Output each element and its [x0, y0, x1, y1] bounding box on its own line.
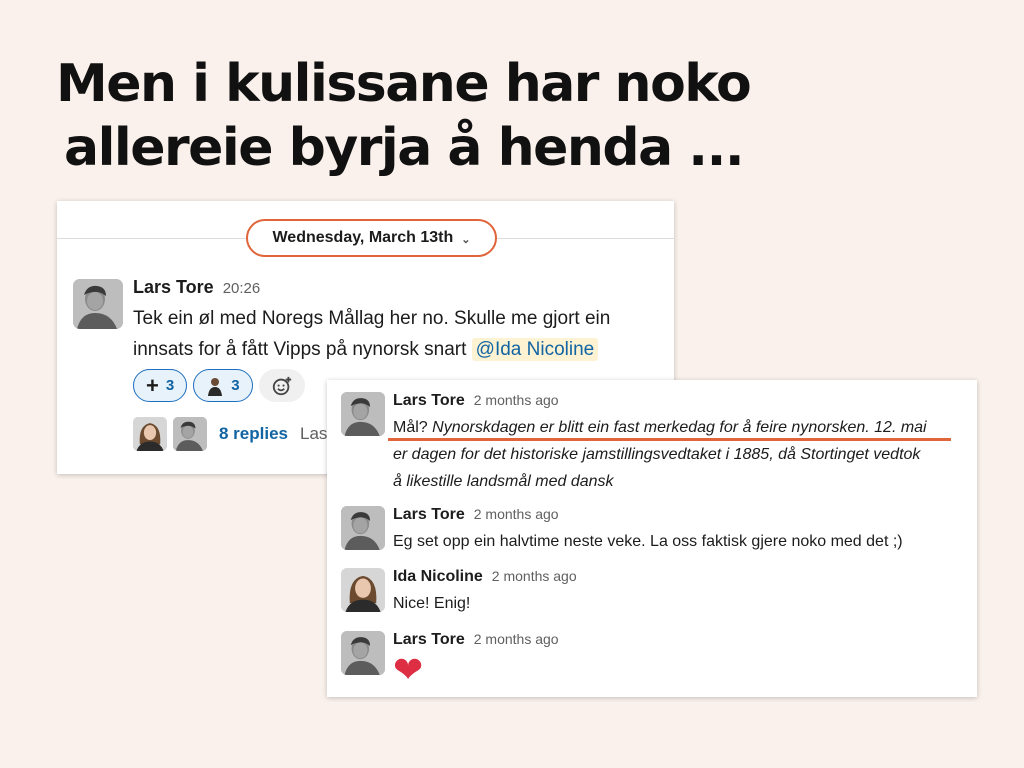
message-text-line-2-text: innsats for å fått Vipps på nynorsk snar…	[133, 339, 467, 360]
heart-emoji: ❤	[393, 650, 424, 691]
date-selector-button[interactable]: Wednesday, March 13th ⌄	[246, 219, 497, 257]
reaction-person[interactable]: 3	[193, 369, 253, 402]
author-name[interactable]: Lars Tore	[133, 277, 214, 298]
thread-message-text: Eg set opp ein halvtime neste veke. La o…	[393, 533, 903, 550]
slide-title-line-2: allereie byrja å henda ...	[64, 118, 745, 178]
avatar-lars-tore[interactable]	[341, 392, 385, 436]
message-timestamp[interactable]: 20:26	[223, 280, 261, 297]
avatar-lars-tore[interactable]	[341, 506, 385, 550]
message-timestamp[interactable]: 2 months ago	[474, 506, 559, 522]
thread-message-header: Lars Tore 2 months ago	[393, 631, 559, 649]
thread-replies-row[interactable]: 8 replies Last	[133, 417, 332, 451]
thread-message-line-1: Mål? Nynorskdagen er blitt ein fast merk…	[393, 414, 963, 441]
avatar-lars-tore[interactable]	[73, 279, 123, 329]
thread-card: Lars Tore 2 months ago Mål? Nynorskdagen…	[327, 380, 977, 697]
message-prefix: Mål?	[393, 419, 428, 436]
author-name[interactable]: Lars Tore	[393, 631, 465, 649]
avatar-lars-tore[interactable]	[341, 631, 385, 675]
thread-message-header: Lars Tore 2 months ago	[393, 392, 559, 410]
reactions-bar: + 3 3	[133, 369, 305, 402]
author-name[interactable]: Lars Tore	[393, 506, 465, 524]
author-name[interactable]: Lars Tore	[393, 392, 465, 410]
thread-message-text: Mål? Nynorskdagen er blitt ein fast merk…	[393, 414, 963, 495]
reply-avatar-ida	[133, 417, 167, 451]
message-timestamp[interactable]: 2 months ago	[474, 392, 559, 408]
mention-ida-nicoline[interactable]: @Ida Nicoline	[471, 338, 599, 361]
add-reaction-button[interactable]	[258, 369, 305, 402]
thread-message-text: ❤	[393, 653, 963, 691]
slide-title-line-1: Men i kulissane har noko	[56, 54, 752, 114]
author-name[interactable]: Ida Nicoline	[393, 568, 483, 586]
quoted-text-line-3: å likestille landsmål med dansk	[393, 473, 614, 490]
message-text-line-2: innsats for å fått Vipps på nynorsk snar…	[133, 334, 663, 365]
reaction-count: 3	[165, 377, 175, 394]
thread-message-header: Ida Nicoline 2 months ago	[393, 568, 577, 586]
reaction-count: 3	[231, 377, 240, 394]
heavy-plus-icon: +	[146, 372, 159, 398]
message-timestamp[interactable]: 2 months ago	[474, 631, 559, 647]
message-text: Tek ein øl med Noregs Mållag her no. Sku…	[133, 303, 663, 365]
replies-link[interactable]: 8 replies	[219, 424, 288, 444]
add-emoji-icon	[272, 376, 291, 395]
reaction-plus[interactable]: + 3	[133, 369, 188, 402]
quoted-text-line-2: er dagen for det historiske jamstillings…	[393, 446, 921, 463]
message-timestamp[interactable]: 2 months ago	[492, 568, 577, 584]
slide-title: Men i kulissane har noko allereie byrja …	[56, 52, 956, 180]
thread-message-text: Nice! Enig!	[393, 595, 471, 612]
message-text-line-1: Tek ein øl med Noregs Mållag her no. Sku…	[133, 308, 611, 329]
avatar-ida-nicoline[interactable]	[341, 568, 385, 612]
message-header: Lars Tore 20:26	[133, 277, 260, 298]
person-emoji-icon	[206, 376, 224, 396]
quoted-text-line-1: Nynorskdagen er blitt ein fast merkedag …	[432, 419, 927, 436]
thread-message-header: Lars Tore 2 months ago	[393, 506, 559, 524]
chevron-down-icon: ⌄	[461, 233, 471, 246]
reply-avatar-lars	[173, 417, 207, 451]
date-label: Wednesday, March 13th	[272, 229, 454, 246]
highlight-underline	[388, 438, 951, 441]
